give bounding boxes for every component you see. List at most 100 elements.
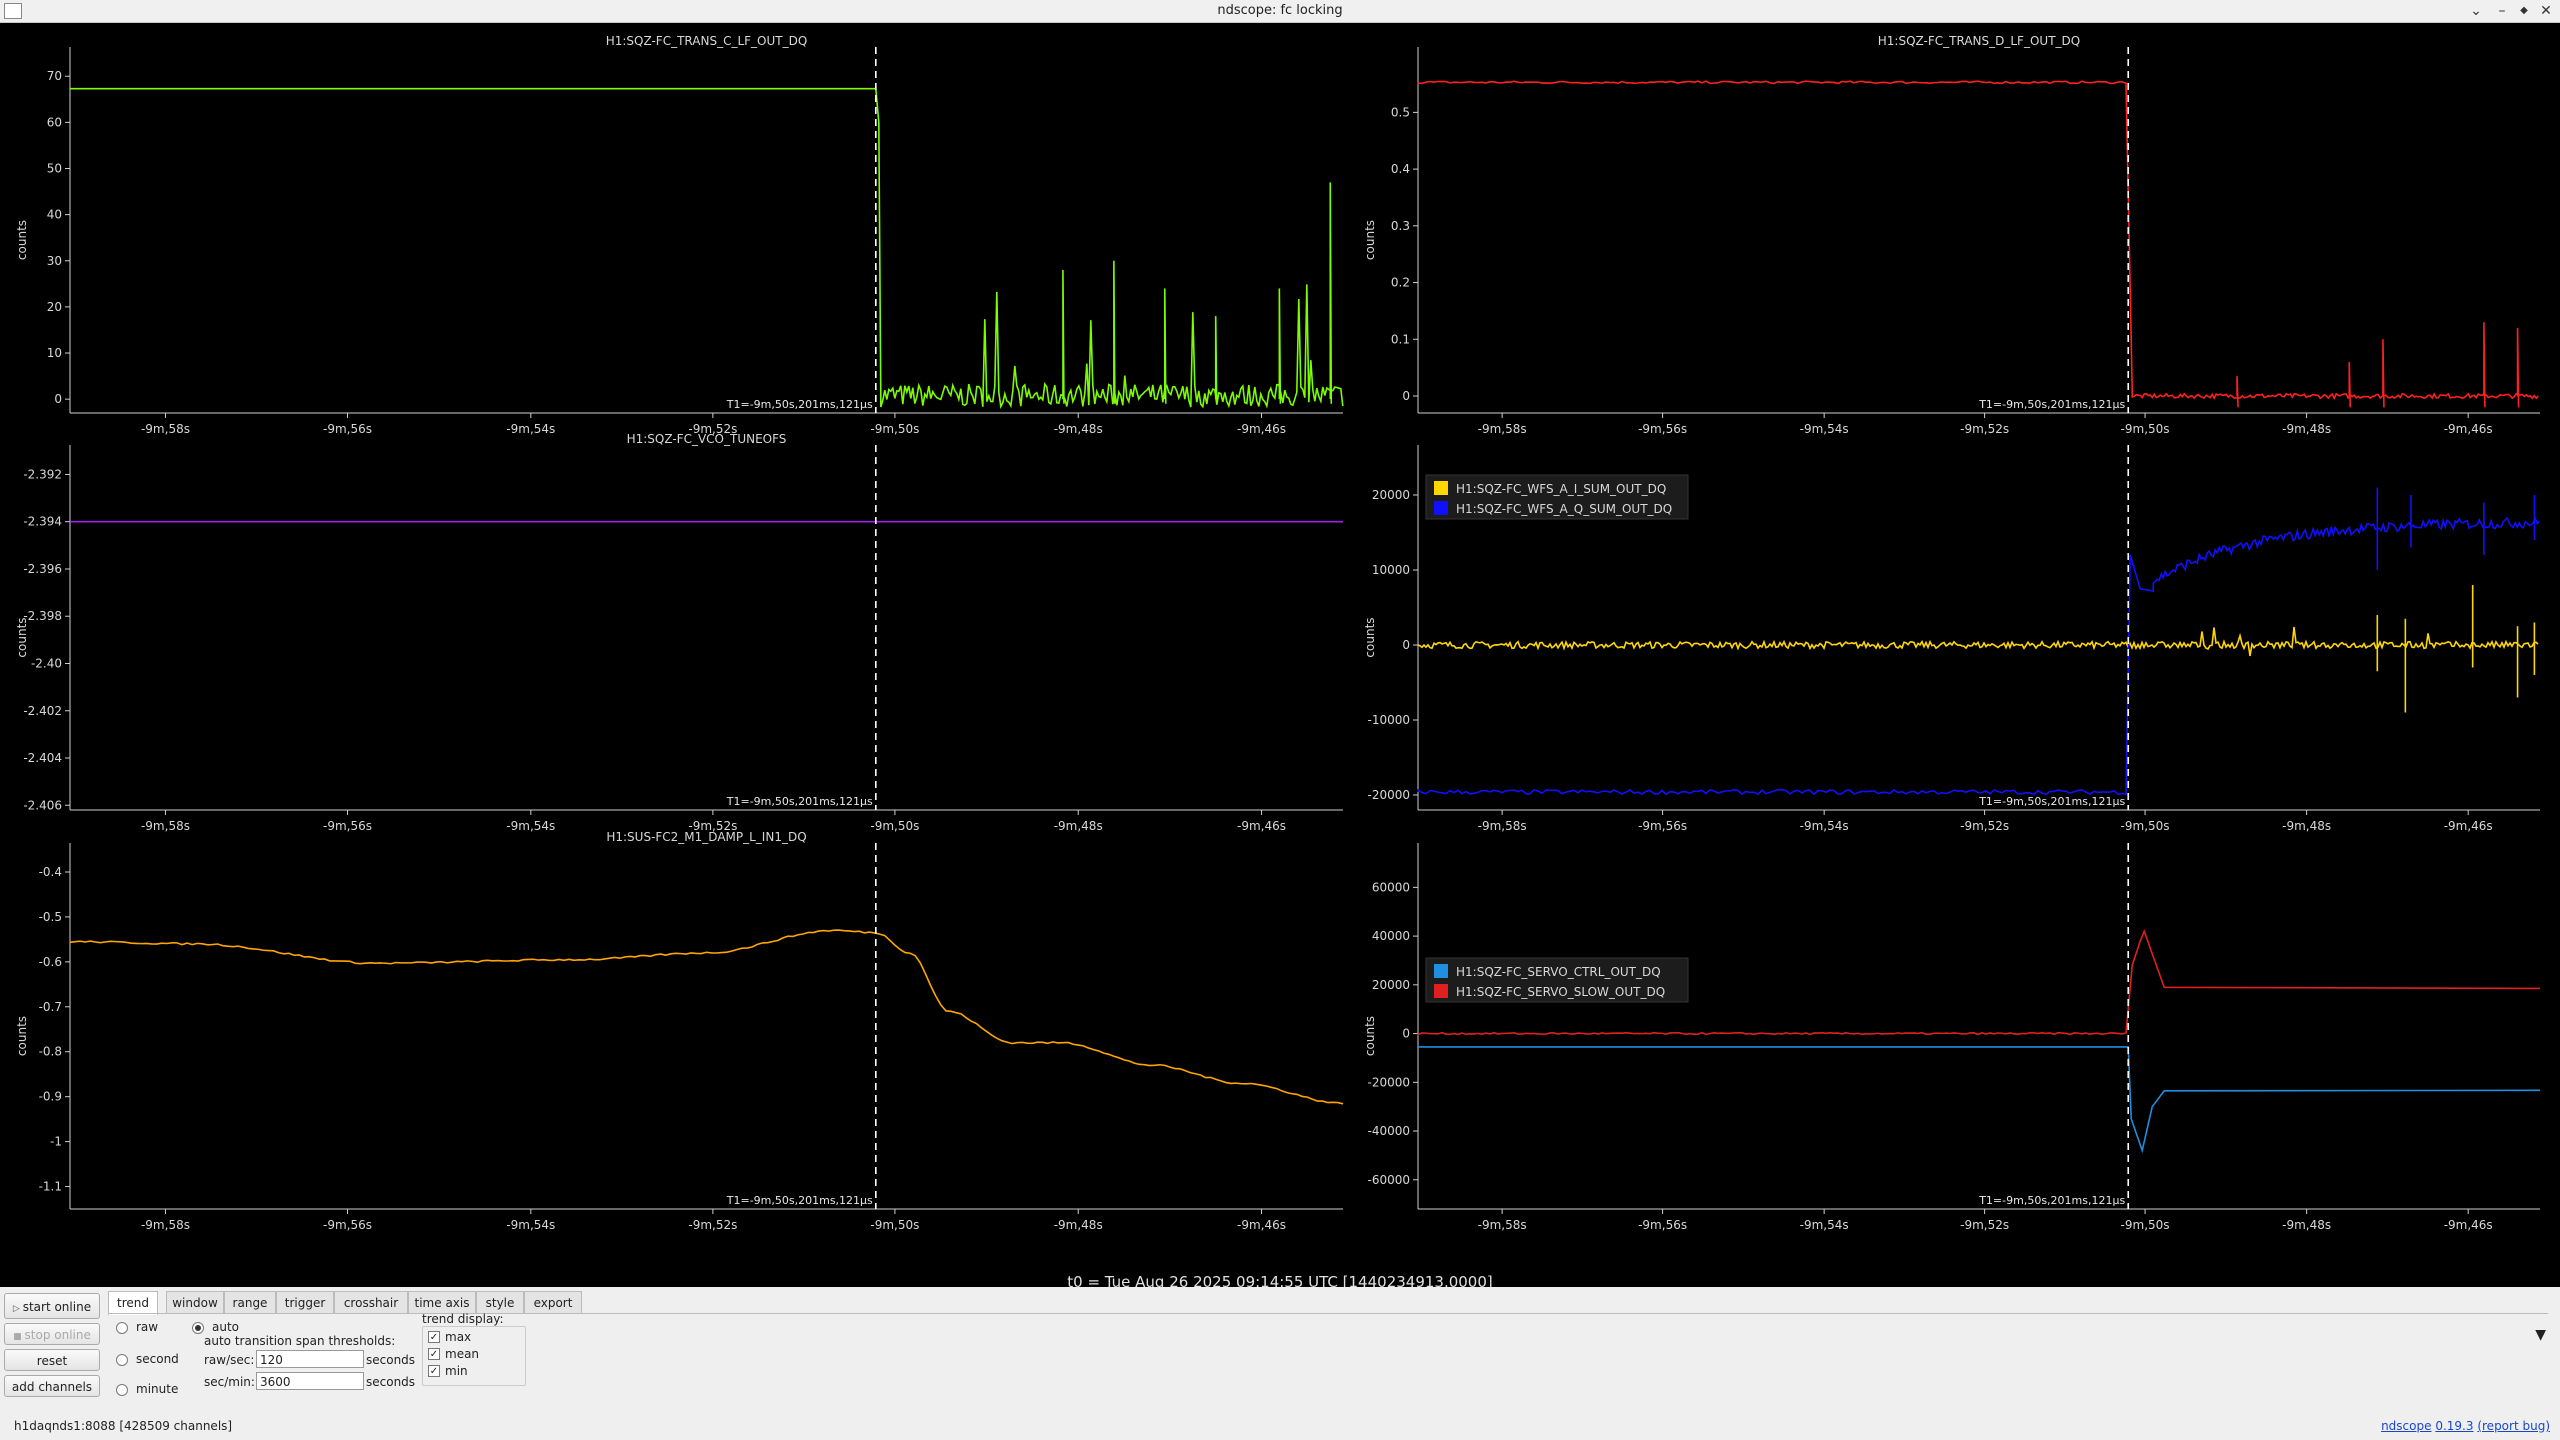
tab-trigger[interactable]: trigger [276,1291,334,1313]
x-tick-label: -9m,46s [2444,819,2493,833]
x-tick-label: -9m,48s [1054,422,1103,436]
cursor-label: T1=-9m,50s,201ms,121µs [1978,1194,2125,1207]
y-axis-label: counts [15,617,29,657]
y-tick-label: 10 [47,346,62,360]
y-tick-label: -60000 [1367,1173,1410,1187]
tab-time-axis[interactable]: time axis [408,1291,476,1313]
cursor-label: T1=-9m,50s,201ms,121µs [1978,795,2125,808]
window-title: ndscope: fc locking [1217,3,1343,18]
collapse-chevron-icon[interactable]: ⌄ [2466,1,2486,21]
mean-label: mean [445,1347,480,1361]
x-tick-label: -9m,50s [2121,1218,2170,1232]
x-tick-label: -9m,50s [2121,422,2170,436]
minute-radio[interactable] [116,1384,128,1396]
x-tick-label: -9m,54s [506,1218,555,1232]
add-channels-button[interactable]: add channels [4,1375,100,1397]
start-online-button[interactable]: ▷ start online [4,1293,100,1319]
report-bug-link[interactable]: (report bug) [2477,1419,2550,1433]
y-axis-label: counts [1363,220,1377,260]
y-tick-label: 0 [1402,1027,1410,1041]
play-icon: ▷ [12,1304,23,1314]
y-tick-label: -20000 [1367,788,1410,802]
x-tick-label: -9m,56s [323,422,372,436]
stop-online-button[interactable]: ■ stop online [4,1323,100,1345]
x-tick-label: -9m,50s [2121,819,2170,833]
plot-title: H1:SQZ-FC_VCO_TUNEOFS [627,432,787,446]
y-tick-label: 0.3 [1391,219,1410,233]
x-tick-label: -9m,52s [688,1218,737,1232]
ndscope-link[interactable]: ndscope [2381,1419,2431,1433]
trend-display-group: ✓ max ✓ mean ✓ min [422,1326,526,1386]
x-tick-label: -9m,58s [141,1218,190,1232]
x-tick-label: -9m,46s [1237,422,1286,436]
y-tick-label: -2.406 [23,798,62,812]
y-tick-label: -1.1 [39,1180,62,1194]
close-button[interactable]: ✕ [2536,1,2556,21]
minute-label: minute [136,1382,179,1396]
legend-label: H1:SQZ-FC_WFS_A_Q_SUM_OUT_DQ [1456,502,1672,516]
mean-checkbox[interactable]: ✓ [428,1348,440,1360]
x-tick-label: -9m,56s [323,1218,372,1232]
legend-swatch [1434,984,1448,998]
y-tick-label: 0.1 [1391,332,1410,346]
x-tick-label: -9m,56s [1638,422,1687,436]
cursor-label: T1=-9m,50s,201ms,121µs [726,398,873,411]
second-radio[interactable] [116,1354,128,1366]
y-tick-label: 0 [1402,389,1410,403]
minimize-button[interactable]: – [2492,1,2512,21]
raw-sec-unit: seconds [366,1353,416,1367]
y-tick-label: 10000 [1372,563,1410,577]
y-tick-label: 60 [47,115,62,129]
y-tick-label: 20000 [1372,488,1410,502]
control-panel: ▷ start online ■ stop online reset add c… [0,1287,2560,1440]
trend-tab-pane: raw second minute auto auto transition s… [108,1312,2548,1414]
min-checkbox[interactable]: ✓ [428,1365,440,1377]
series-line-1 [1417,585,2539,713]
y-tick-label: 0 [1402,638,1410,652]
tab-trend[interactable]: trend [108,1291,158,1315]
y-tick-label: -1 [50,1135,62,1149]
max-checkbox[interactable]: ✓ [428,1331,440,1343]
x-tick-label: -9m,56s [1638,1218,1687,1232]
auto-label: auto [212,1320,240,1334]
plot-grid[interactable]: H1:SQZ-FC_TRANS_C_LF_OUT_DQ 70 60 50 40 30 20 1… [0,23,2560,1287]
tab-style[interactable]: style [476,1291,524,1313]
y-tick-label: 50 [47,161,62,175]
x-tick-label: -9m,54s [506,422,555,436]
legend-label: H1:SQZ-FC_SERVO_SLOW_OUT_DQ [1456,985,1665,999]
x-tick-label: -9m,58s [141,819,190,833]
y-tick-label: -2.40 [31,656,62,670]
y-tick-label: -2.392 [23,467,62,481]
y-tick-label: -2.404 [23,751,62,765]
y-tick-label: -2.398 [23,609,62,623]
plot-area[interactable]: H1:SQZ-FC_TRANS_C_LF_OUT_DQ 70 60 50 40 30 20 1… [0,23,2560,1287]
x-tick-label: -9m,54s [1800,1218,1849,1232]
x-tick-label: -9m,58s [1478,819,1527,833]
sec-min-input[interactable]: 3600 [256,1372,364,1390]
x-tick-label: -9m,46s [2444,1218,2493,1232]
reset-button[interactable]: reset [4,1349,100,1371]
maximize-button[interactable]: ◆ [2514,1,2534,21]
auto-radio[interactable] [192,1322,204,1334]
tab-window[interactable]: window [166,1291,224,1313]
y-tick-label: 30 [47,254,62,268]
expand-arrow-icon[interactable]: ▼ [2535,1327,2546,1343]
nds-server: h1daqnds1:8088 [14,1419,116,1433]
raw-radio[interactable] [116,1322,128,1334]
plot-title: H1:SUS-FC2_M1_DAMP_L_IN1_DQ [606,830,806,844]
legend-swatch [1434,481,1448,495]
y-tick-label: -2.402 [23,704,62,718]
y-tick-label: 70 [47,69,62,83]
tab-crosshair[interactable]: crosshair [334,1291,408,1313]
x-tick-label: -9m,52s [1960,1218,2009,1232]
stop-icon: ■ [13,1332,25,1342]
x-tick-label: -9m,54s [1800,819,1849,833]
x-tick-label: -9m,52s [1960,422,2009,436]
min-label: min [445,1364,468,1378]
version-link[interactable]: 0.19.3 [2435,1419,2473,1433]
raw-sec-input[interactable]: 120 [256,1350,364,1368]
y-tick-label: -0.7 [39,1000,62,1014]
tab-range[interactable]: range [224,1291,276,1313]
tab-export[interactable]: export [524,1291,582,1313]
y-tick-label: 0.5 [1391,105,1410,119]
